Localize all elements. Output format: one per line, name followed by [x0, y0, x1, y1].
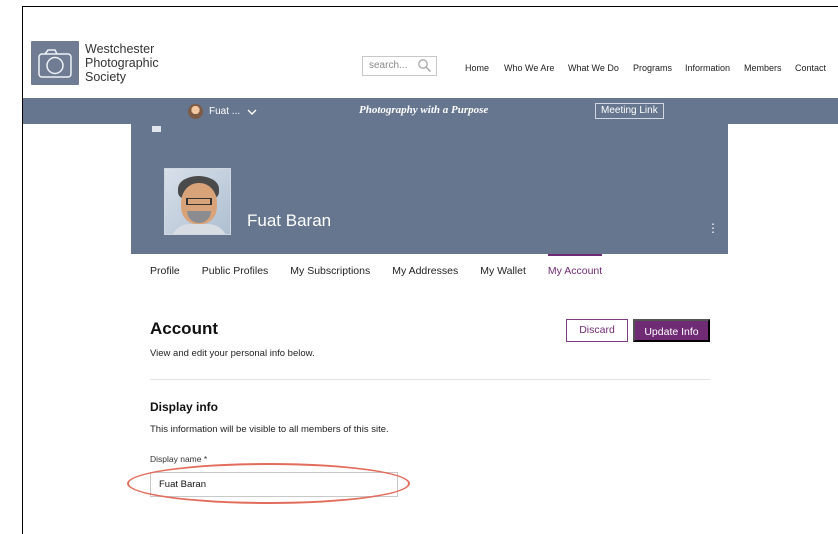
nav-home[interactable]: Home: [465, 63, 489, 73]
display-info-subtitle: This information will be visible to all …: [150, 424, 389, 435]
search-placeholder: search...: [369, 60, 408, 71]
site-title[interactable]: Westchester Photographic Society: [85, 42, 159, 84]
mini-avatar: [188, 104, 203, 119]
site-title-line-2: Photographic: [85, 56, 159, 70]
tab-my-addresses[interactable]: My Addresses: [392, 254, 458, 288]
tab-public-profiles[interactable]: Public Profiles: [202, 254, 269, 288]
display-name-label: Display name *: [150, 454, 208, 464]
more-options-icon[interactable]: ⋮: [707, 222, 719, 234]
nav-what-we-do[interactable]: What We Do: [568, 63, 619, 73]
site-logo[interactable]: [31, 41, 79, 85]
profile-tabs: Profile Public Profiles My Subscriptions…: [150, 254, 624, 288]
site-title-line-1: Westchester: [85, 42, 155, 56]
nav-members[interactable]: Members: [744, 63, 782, 73]
profile-avatar[interactable]: [164, 168, 231, 235]
site-tagline: Photography with a Purpose: [359, 104, 489, 116]
member-menu-name: Fuat ...: [209, 106, 241, 117]
display-name-input[interactable]: [150, 472, 398, 497]
search-input[interactable]: search...: [362, 56, 437, 76]
tab-my-account[interactable]: My Account: [547, 254, 603, 288]
nav-information[interactable]: Information: [685, 63, 730, 73]
camera-icon: [38, 49, 72, 78]
avatar-glasses: [186, 198, 212, 205]
meeting-link-button[interactable]: Meeting Link: [595, 103, 664, 119]
member-menu-button[interactable]: Fuat ...: [188, 104, 258, 119]
account-title: Account: [150, 319, 218, 338]
nav-contact[interactable]: Contact: [795, 63, 826, 73]
discard-button[interactable]: Discard: [566, 319, 628, 342]
tab-profile[interactable]: Profile: [150, 254, 180, 288]
search-icon[interactable]: [417, 58, 432, 73]
avatar-shirt: [170, 224, 228, 234]
account-subtitle: View and edit your personal info below.: [150, 348, 315, 359]
site-title-line-3: Society: [85, 70, 126, 84]
tab-my-wallet[interactable]: My Wallet: [480, 254, 526, 288]
profile-cover: Fuat Baran ⋮: [131, 124, 728, 254]
display-info-title: Display info: [150, 400, 219, 414]
nav-programs[interactable]: Programs: [633, 63, 672, 73]
nav-who-we-are[interactable]: Who We Are: [504, 63, 554, 73]
tab-my-subscriptions[interactable]: My Subscriptions: [290, 254, 370, 288]
cover-photo-icon[interactable]: [152, 126, 161, 132]
chevron-down-icon: [247, 109, 257, 115]
profile-name: Fuat Baran: [247, 211, 332, 230]
page-frame: Westchester Photographic Society search.…: [22, 6, 838, 534]
update-info-button[interactable]: Update Info: [633, 319, 710, 342]
section-divider: [150, 379, 710, 380]
member-bar: Fuat ... Photography with a Purpose Meet…: [23, 98, 838, 124]
